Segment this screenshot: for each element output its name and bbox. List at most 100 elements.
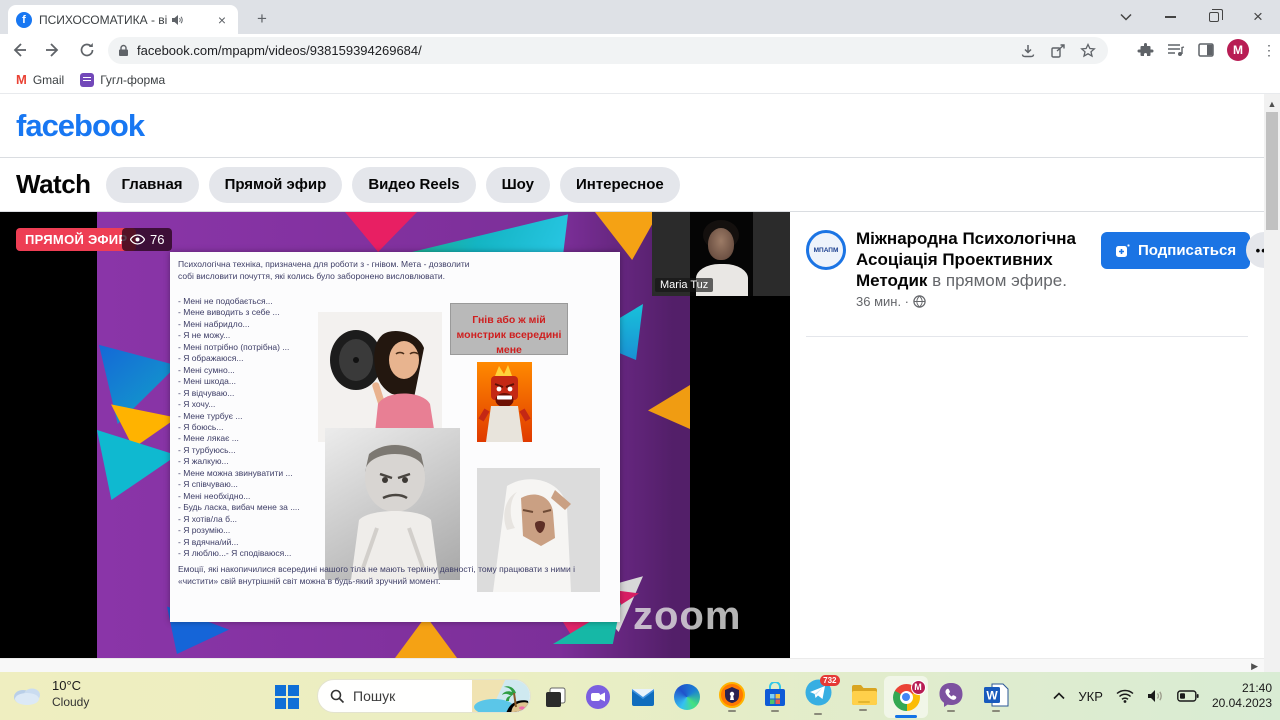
- webcam-tile: Maria Tuz: [652, 212, 790, 296]
- battery-icon[interactable]: [1177, 690, 1199, 702]
- telegram-badge: 732: [820, 675, 839, 686]
- watch-tab[interactable]: Главная: [106, 167, 199, 203]
- telegram-button[interactable]: 732: [800, 679, 836, 715]
- bookmark-label: Гугл-форма: [100, 73, 165, 87]
- viber-button[interactable]: [933, 679, 969, 715]
- file-explorer-button[interactable]: [845, 679, 881, 715]
- scroll-up-icon[interactable]: ▲: [1264, 96, 1280, 112]
- avast-button[interactable]: [714, 679, 750, 715]
- edge-icon: [674, 684, 700, 710]
- task-view-button[interactable]: [538, 679, 574, 715]
- reload-icon[interactable]: [72, 36, 102, 64]
- forward-icon[interactable]: [38, 36, 68, 64]
- language-indicator[interactable]: УКР: [1078, 689, 1103, 704]
- chat-button[interactable]: [580, 679, 616, 715]
- subscribe-button[interactable]: Подписаться: [1101, 232, 1250, 269]
- system-tray: УКР 21:40 20.04.2023: [1053, 672, 1272, 720]
- watch-tab[interactable]: Прямой эфир: [209, 167, 343, 203]
- viewers-badge: 76: [122, 228, 172, 251]
- word-button[interactable]: W: [978, 679, 1014, 715]
- search-icon: [330, 689, 345, 704]
- window-controls: ×: [1104, 0, 1280, 34]
- browser-tab-strip: f ПСИХОСОМАТИКА - відкри × + ×: [0, 0, 1280, 34]
- watch-tab[interactable]: Шоу: [486, 167, 550, 203]
- restore-button[interactable]: [1192, 0, 1236, 34]
- viber-icon: [938, 682, 964, 708]
- browser-toolbar: facebook.com/mpapm/videos/93815939426968…: [0, 34, 1280, 66]
- bookmark-star-icon[interactable]: [1080, 43, 1096, 59]
- slide-list-item: - Я люблю...- Я сподіваюся...: [178, 548, 348, 559]
- slide-list-item: - Я жалкую...: [178, 456, 348, 467]
- mail-icon: [630, 684, 656, 710]
- decor-triangle: [395, 616, 457, 658]
- windows-logo-icon: [275, 685, 299, 709]
- slide-list-item: - Мене можна звинуватити ...: [178, 468, 348, 479]
- bookmark-google-forms[interactable]: Гугл-форма: [80, 73, 165, 87]
- tab-close-icon[interactable]: ×: [214, 12, 230, 28]
- edge-button[interactable]: [669, 679, 705, 715]
- page-title[interactable]: Міжнародна Психологічна Асоціація Проект…: [856, 228, 1088, 291]
- video-player[interactable]: Психологічна техніка, призначена для роб…: [0, 212, 790, 658]
- watch-brand[interactable]: Watch: [16, 169, 91, 200]
- store-button[interactable]: [757, 679, 793, 715]
- zoom-screen-share: Психологічна техніка, призначена для роб…: [97, 212, 690, 658]
- chrome-button[interactable]: M: [888, 679, 924, 715]
- clock-time: 21:40: [1212, 681, 1272, 696]
- time-ago: 36 мин. ·: [856, 294, 909, 309]
- gmail-icon: M: [16, 72, 27, 87]
- vertical-scrollbar[interactable]: ▲ ▼: [1264, 94, 1280, 672]
- bookmark-gmail[interactable]: M Gmail: [16, 72, 64, 87]
- taskbar-search[interactable]: Пошук: [317, 679, 531, 713]
- chrome-profile-badge: M: [911, 680, 926, 695]
- share-icon[interactable]: [1050, 43, 1066, 59]
- microsoft-store-icon: [762, 682, 788, 708]
- viewers-count: 76: [150, 232, 164, 247]
- horizontal-scrollbar[interactable]: ▶: [0, 658, 1264, 672]
- chrome-active-indicator: [895, 715, 917, 718]
- start-button[interactable]: [269, 679, 305, 715]
- task-view-icon: [544, 685, 568, 709]
- back-icon[interactable]: [4, 36, 34, 64]
- sidebar-icon[interactable]: [1198, 42, 1214, 58]
- stream-info-panel: МПАПМ Міжнародна Психологічна Асоціація …: [790, 212, 1264, 658]
- wifi-icon[interactable]: [1116, 689, 1134, 703]
- browser-menu-icon[interactable]: ⋮: [1262, 48, 1272, 53]
- new-tab-button[interactable]: +: [250, 8, 274, 32]
- taskbar-weather[interactable]: 10°C Cloudy: [10, 677, 89, 711]
- url-text: facebook.com/mpapm/videos/93815939426968…: [137, 43, 1020, 58]
- browser-tab[interactable]: f ПСИХОСОМАТИКА - відкри ×: [8, 5, 238, 34]
- tray-chevron-up-icon[interactable]: [1053, 692, 1065, 700]
- facebook-logo[interactable]: facebook: [16, 108, 144, 144]
- media-controls-icon[interactable]: [1167, 42, 1185, 58]
- watch-tab[interactable]: Видео Reels: [352, 167, 475, 203]
- page-avatar[interactable]: МПАПМ: [806, 230, 846, 270]
- search-highlight-image: [472, 679, 530, 713]
- bookmarks-bar: M Gmail Гугл-форма: [0, 66, 1280, 94]
- zoom-watermark: zoom: [633, 594, 741, 639]
- scrollbar-thumb[interactable]: [1266, 112, 1278, 230]
- slide-list-item: - Я турбуюсь...: [178, 445, 348, 456]
- watch-tab[interactable]: Интересное: [560, 167, 680, 203]
- download-icon[interactable]: [1020, 43, 1036, 59]
- mail-button[interactable]: [625, 679, 661, 715]
- slide-outro-text: Емоції, які накопичилися всередині нашог…: [178, 563, 614, 587]
- slide-list-item: - Будь ласка, вибач мене за ....: [178, 502, 348, 513]
- subscribe-plus-icon: [1115, 243, 1131, 259]
- address-bar[interactable]: facebook.com/mpapm/videos/93815939426968…: [108, 37, 1108, 64]
- close-button[interactable]: ×: [1236, 0, 1280, 34]
- scrollbar-corner: [1264, 658, 1280, 672]
- tab-search-chevron-icon[interactable]: [1104, 0, 1148, 34]
- slide-list-item: - Мені необхідно...: [178, 491, 348, 502]
- tab-title: ПСИХОСОМАТИКА - відкри: [39, 13, 167, 27]
- taskbar-clock[interactable]: 21:40 20.04.2023: [1212, 681, 1272, 711]
- watch-tabs: Главная Прямой эфирВидео Reels Шоу Интересн…: [106, 167, 680, 203]
- taskbar: 10°C Cloudy Пошук: [0, 672, 1280, 720]
- slide-list-item: - Я співчуваю...: [178, 479, 348, 490]
- browser-profile-avatar[interactable]: M: [1227, 39, 1249, 61]
- slide-title-box: Гнів або ж мій монстрик всередині мене: [450, 303, 568, 355]
- taskbar-search-placeholder: Пошук: [353, 688, 472, 704]
- minimize-button[interactable]: [1148, 0, 1192, 34]
- scroll-right-icon[interactable]: ▶: [1251, 661, 1258, 672]
- volume-icon[interactable]: [1147, 689, 1164, 703]
- extensions-puzzle-icon[interactable]: [1137, 42, 1154, 59]
